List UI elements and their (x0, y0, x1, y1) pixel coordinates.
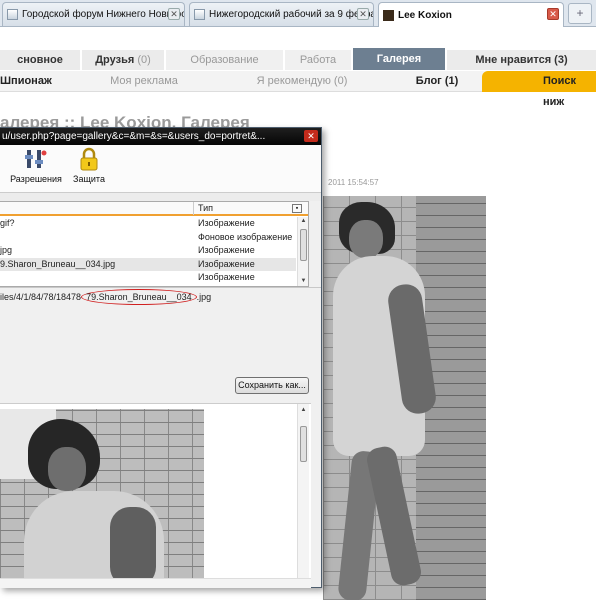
list-item[interactable]: gif? Изображение (0, 217, 296, 231)
media-list-header: Тип ▪ (0, 202, 308, 216)
subtab-my-ads[interactable]: Моя реклама (86, 71, 202, 92)
tab-friends[interactable]: Друзья (0) (82, 50, 164, 70)
preview-scrollbar[interactable]: ▲ (297, 404, 309, 578)
list-item[interactable]: Фоновое изображение (0, 231, 296, 245)
page-icon (194, 9, 205, 20)
subtab-spy[interactable]: Шпионаж (0, 71, 52, 92)
permissions-label: Разрешения (10, 174, 62, 184)
page-icon (7, 9, 18, 20)
dialog-title: u/user.php?page=gallery&c=&m=&s=&users_d… (2, 131, 266, 142)
dialog-toolbar: Разрешения Защита (0, 145, 321, 193)
secondary-nav: Шпионаж Моя реклама Я рекомендую (0) Бло… (0, 71, 596, 108)
subtab-search[interactable]: Поиск ниж (482, 71, 596, 108)
preview-horizontal-scrollbar[interactable] (0, 578, 311, 588)
preview-image (0, 409, 204, 578)
highlighted-filename: 79.Sharon_Bruneau__034 (81, 289, 197, 305)
primary-nav: сновное Друзья (0) Образование Работа Га… (0, 48, 596, 70)
browser-tab-newspaper[interactable]: Нижегородский рабочий за 9 феврал... ✕ (189, 2, 374, 26)
browser-tab-strip: Городской форум Нижнего Новгорода ✕ Ниже… (0, 0, 596, 27)
subtab-blog[interactable]: Блог (1) (398, 71, 476, 92)
close-tab-icon[interactable]: ✕ (357, 8, 369, 20)
browser-tab-forum[interactable]: Городской форум Нижнего Новгорода ✕ (2, 2, 185, 26)
scroll-thumb[interactable] (300, 426, 307, 462)
tab-label: Городской форум Нижнего Новгорода (22, 9, 185, 20)
tab-education[interactable]: Образование (166, 50, 283, 70)
tab-work[interactable]: Работа (285, 50, 351, 70)
security-button[interactable]: Защита (70, 147, 108, 184)
lock-icon (80, 147, 98, 171)
tab-likes[interactable]: Мне нравится (3) (447, 50, 596, 70)
browser-tab-lee-koxion[interactable]: Lee Koxion ✕ (378, 2, 564, 27)
list-item[interactable]: Изображение (0, 271, 296, 285)
dialog-close-button[interactable]: ✕ (304, 130, 318, 142)
tab-label: Нижегородский рабочий за 9 феврал... (209, 9, 374, 20)
scroll-down-icon[interactable]: ▼ (299, 277, 308, 286)
scroll-up-icon[interactable]: ▲ (299, 406, 308, 415)
page-info-dialog: u/user.php?page=gallery&c=&m=&s=&users_d… (0, 127, 322, 588)
save-as-button[interactable]: Сохранить как... (235, 377, 309, 394)
photo-timestamp: 2011 15:54:57 (328, 178, 379, 187)
close-tab-icon[interactable]: ✕ (168, 8, 180, 20)
tab-main[interactable]: сновное (0, 50, 80, 70)
list-item-selected[interactable]: 9.Sharon_Bruneau__034.jpg Изображение (0, 257, 296, 271)
subtab-recommend[interactable]: Я рекомендую (0) (234, 71, 370, 92)
permissions-button[interactable]: Разрешения (10, 147, 62, 184)
scroll-up-icon[interactable]: ▲ (299, 217, 308, 226)
media-list[interactable]: Тип ▪ gif? Изображение Фоновое изображен… (0, 201, 309, 287)
list-scrollbar[interactable]: ▲ ▼ (297, 217, 308, 286)
dialog-titlebar[interactable]: u/user.php?page=gallery&c=&m=&s=&users_d… (0, 128, 321, 145)
tab-gallery[interactable]: Галерея (353, 48, 445, 70)
scroll-thumb[interactable] (300, 229, 307, 261)
image-address: iles/4/1/84/78/18478 79.Sharon_Bruneau__0… (0, 289, 321, 305)
permissions-icon (25, 150, 47, 168)
security-label: Защита (73, 174, 105, 184)
tab-label: Lee Koxion (398, 9, 452, 21)
column-picker-icon[interactable]: ▪ (292, 204, 302, 213)
page-icon (383, 9, 394, 21)
image-preview: ▲ (0, 403, 311, 578)
list-item[interactable]: jpg Изображение (0, 244, 296, 258)
close-tab-icon[interactable]: ✕ (547, 8, 559, 20)
gallery-photo[interactable] (323, 196, 486, 600)
column-type-header[interactable]: Тип (198, 203, 213, 213)
new-tab-button[interactable]: + (568, 3, 592, 24)
